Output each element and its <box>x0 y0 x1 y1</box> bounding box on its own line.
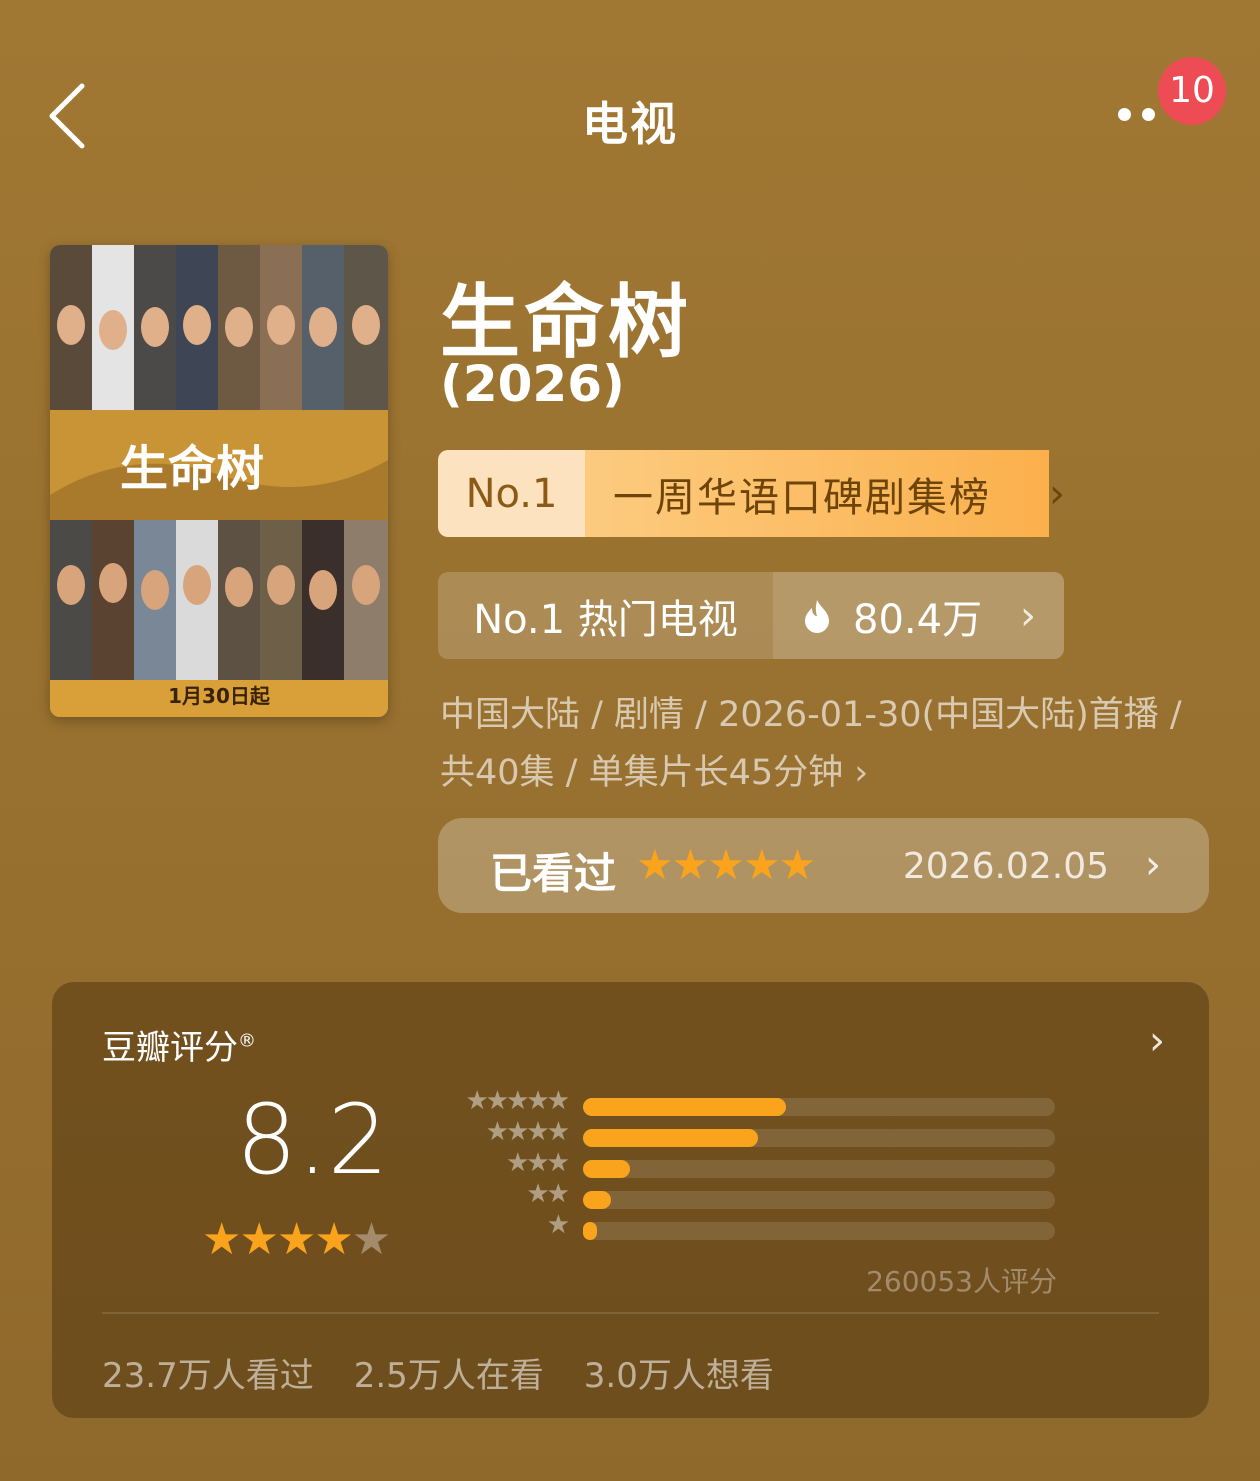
distribution-row-2: ★★ <box>432 1179 1057 1217</box>
rating-card: 豆瓣评分® › 8.2 ★★★★★ ★★★★★ ★★★★ ★★★ ★★ ★ 26… <box>52 982 1209 1418</box>
audience-stats: 23.7万人看过 2.5万人在看 3.0万人想看 <box>102 1348 774 1397</box>
registered-mark-icon: ® <box>238 1030 256 1052</box>
watching-count[interactable]: 2.5万人在看 <box>354 1348 544 1397</box>
rating-title: 豆瓣评分® <box>102 1020 256 1069</box>
distribution-fill <box>583 1222 598 1240</box>
rating-score: 8.2 <box>236 1084 389 1196</box>
three-star-label-icon: ★★★ <box>506 1148 570 1178</box>
chevron-right-icon: › <box>1020 592 1036 639</box>
poster-title-art: 生命树 <box>120 441 264 497</box>
dot-icon <box>1118 108 1131 121</box>
top-nav-bar: 电视 10 <box>0 0 1260 230</box>
watched-status-bar[interactable]: 已看过 ★★★★★ 2026.02.05 › <box>438 818 1209 913</box>
more-options-button[interactable] <box>1112 100 1162 130</box>
five-star-label-icon: ★★★★★ <box>465 1086 570 1116</box>
rank-number: No.1 <box>438 450 585 537</box>
two-star-label-icon: ★★ <box>526 1179 570 1209</box>
heat-value: 80.4万 <box>853 596 983 643</box>
watched-count[interactable]: 23.7万人看过 <box>102 1348 314 1397</box>
distribution-track <box>583 1191 1055 1209</box>
distribution-row-1: ★ <box>432 1210 1057 1248</box>
rating-count: 260053人评分 <box>866 1265 1057 1298</box>
meta-line-2: 共40集 / 单集片长45分钟 <box>440 753 844 793</box>
my-rating-stars: ★★★★★ <box>636 840 816 889</box>
rank-label: 一周华语口碑剧集榜 <box>585 450 1049 537</box>
show-metadata[interactable]: 中国大陆 / 剧情 / 2026-01-30(中国大陆)首播 / 共40集 / … <box>440 686 1230 802</box>
rating-stars: ★★★★★ <box>202 1214 391 1265</box>
four-star-label-icon: ★★★★ <box>485 1117 570 1147</box>
distribution-fill <box>583 1129 758 1147</box>
distribution-track <box>583 1222 1055 1240</box>
flame-icon <box>805 599 829 633</box>
poster-date-caption: 1月30日起 <box>168 684 271 708</box>
chevron-right-icon: › <box>1145 842 1161 888</box>
chevron-right-icon: › <box>854 753 869 793</box>
show-year: (2026) <box>440 355 625 413</box>
dot-icon <box>1142 108 1155 121</box>
divider <box>102 1312 1159 1314</box>
distribution-track <box>583 1098 1055 1116</box>
page-title: 电视 <box>582 97 678 151</box>
poster-image: 生命树 1月30日起 <box>50 245 388 717</box>
want-count[interactable]: 3.0万人想看 <box>584 1348 774 1397</box>
distribution-track <box>583 1129 1055 1147</box>
one-star-label-icon: ★ <box>546 1210 570 1240</box>
distribution-fill <box>583 1160 631 1178</box>
meta-line-1: 中国大陆 / 剧情 / 2026-01-30(中国大陆)首播 / <box>440 695 1182 735</box>
hot-tv-ranking-banner[interactable]: No.1 热门电视 80.4万 › <box>438 572 1064 659</box>
watched-date: 2026.02.05 <box>902 846 1109 887</box>
weekly-ranking-banner[interactable]: No.1 一周华语口碑剧集榜 › <box>438 450 1089 537</box>
hot-rank-label: No.1 热门电视 <box>438 572 773 659</box>
chevron-right-icon: › <box>1049 470 1065 517</box>
notification-badge[interactable]: 10 <box>1158 57 1226 125</box>
watched-label: 已看过 <box>490 849 617 898</box>
show-poster[interactable]: 生命树 1月30日起 <box>50 245 388 717</box>
rating-detail-chevron-icon[interactable]: › <box>1149 1018 1165 1064</box>
distribution-fill <box>583 1191 612 1209</box>
distribution-track <box>583 1160 1055 1178</box>
distribution-fill <box>583 1098 786 1116</box>
rating-title-text: 豆瓣评分 <box>102 1028 238 1068</box>
